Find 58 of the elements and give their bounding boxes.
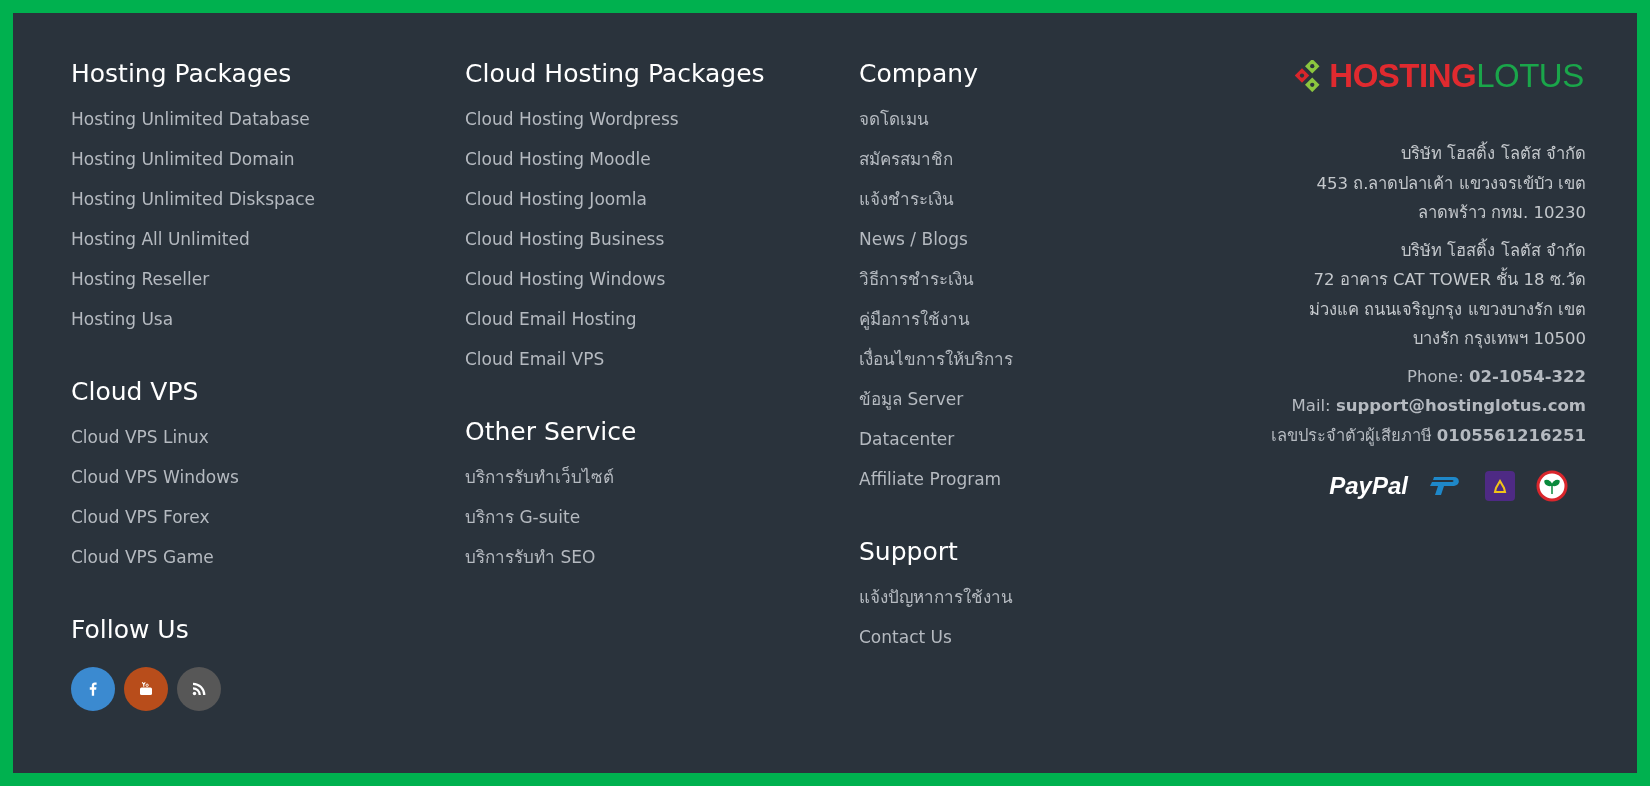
youtube-button[interactable] [124,667,168,711]
section-heading: Cloud Hosting Packages [465,58,765,90]
section-heading: Cloud VPS [71,376,199,408]
paypal-logo: PayPal [1329,472,1408,500]
rss-icon [190,680,208,698]
footer-link[interactable]: Cloud Email VPS [465,339,605,379]
youtube-icon [137,680,155,698]
footer-link[interactable]: Cloud VPS Forex [71,497,210,537]
footer-link[interactable]: Hosting Unlimited Domain [71,139,295,179]
footer-link[interactable]: Cloud Hosting Business [465,219,665,259]
footer-link[interactable]: วิธีการชำระเงิน [859,259,974,299]
bank-logo-icon [1484,470,1516,502]
footer-link[interactable]: Datacenter [859,419,955,459]
footer-link[interactable]: Cloud VPS Windows [71,457,239,497]
footer-link[interactable]: บริการรับทำ SEO [465,537,596,577]
facebook-button[interactable] [71,667,115,711]
section-heading: Follow Us [71,614,189,646]
address-line: ม่วงแค ถนนเจริญกรุง แขวงบางรัก เขต [1309,298,1586,322]
footer-link[interactable]: Hosting Unlimited Database [71,99,310,139]
footer-link[interactable]: Cloud Hosting Moodle [465,139,651,179]
rss-button[interactable] [177,667,221,711]
footer-link[interactable]: แจ้งปัญหาการใช้งาน [859,577,1013,617]
address-line: 72 อาคาร CAT TOWER ชั้น 18 ซ.วัด [1313,265,1586,295]
footer-link[interactable]: บริการ G-suite [465,497,581,537]
footer-link[interactable]: Hosting All Unlimited [71,219,250,259]
footer-link[interactable]: News / Blogs [859,219,968,259]
footer-link[interactable]: ข้อมูล Server [859,379,964,419]
footer-link[interactable]: Cloud VPS Linux [71,417,209,457]
footer-link[interactable]: Hosting Unlimited Diskspace [71,179,316,219]
footer-link[interactable]: บริการรับทำเว็บไซต์ [465,457,614,497]
footer-link[interactable]: สมัครสมาชิก [859,139,953,179]
contact-line: Mail: support@hostinglotus.com [1291,395,1586,417]
footer-link[interactable]: คู่มือการใช้งาน [859,299,970,339]
footer-link[interactable]: แจ้งชำระเงิน [859,179,954,219]
footer-link[interactable]: Cloud Hosting Wordpress [465,99,679,139]
footer-link[interactable]: Affiliate Program [859,459,1002,499]
footer-link[interactable]: Hosting Usa [71,299,174,339]
footer-link[interactable]: Cloud VPS Game [71,537,214,577]
address-line: บริษัท โฮสติ้ง โลตัส จำกัด [1401,237,1586,262]
footer-link[interactable]: Cloud Hosting Windows [465,259,666,299]
section-heading: Hosting Packages [71,58,292,90]
section-heading: Company [859,58,978,90]
footer-link[interactable]: Cloud Hosting Joomla [465,179,647,219]
footer-link[interactable]: Contact Us [859,617,952,657]
contact-line: เลขประจำตัวผู้เสียภาษี 0105561216251 [1270,424,1586,448]
footer-link[interactable]: Cloud Email Hosting [465,299,637,339]
footer-link[interactable]: Hosting Reseller [71,259,210,299]
logo-text: HOSTINGLOTUS [1329,57,1584,95]
address-line: ลาดพร้าว กทม. 10230 [1417,202,1586,224]
footer-link[interactable]: จดโดเมน [859,99,929,139]
contact-line: Phone: 02-1054-322 [1407,365,1586,388]
footer-link[interactable]: เงื่อนไขการให้บริการ [859,339,1013,379]
address-line: 453 ถ.ลาดปลาเค้า แขวงจรเข้บัว เขต [1316,172,1586,195]
bank-logo-icon [1536,470,1568,502]
section-heading: Other Service [465,416,637,448]
address-line: บริษัท โฮสติ้ง โลตัส จำกัด [1401,139,1586,169]
section-heading: Support [859,536,958,568]
address-line: บางรัก กรุงเทพฯ 10500 [1413,328,1586,351]
